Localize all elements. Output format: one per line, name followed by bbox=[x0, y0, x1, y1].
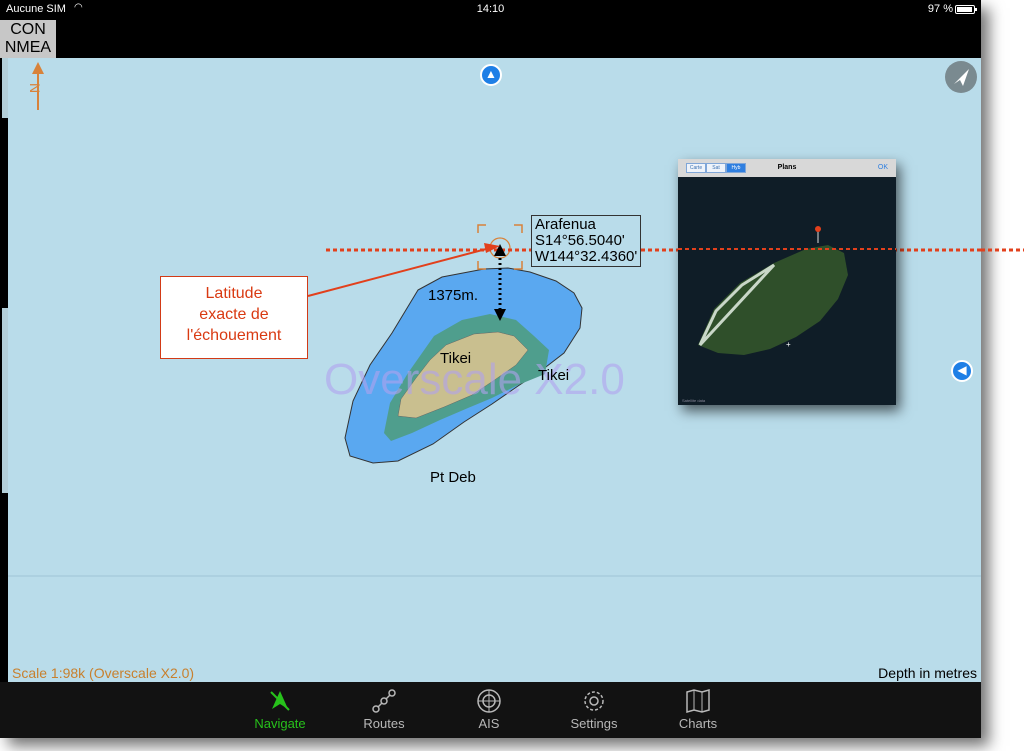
callout-line-1: Latitude bbox=[205, 285, 263, 302]
ais-icon bbox=[477, 689, 501, 713]
waypoint-name: Arafenua bbox=[535, 216, 596, 233]
tab-bar: Navigate Routes AIS Settings Charts bbox=[0, 682, 981, 738]
tab-label: Routes bbox=[363, 716, 405, 731]
waypoint-latitude: S14°56.5040' bbox=[535, 232, 625, 249]
satellite-title: Plans bbox=[777, 164, 797, 171]
locate-arrow-icon bbox=[945, 61, 977, 93]
overscale-watermark: Overscale X2.0 bbox=[324, 355, 625, 404]
con-label: CON bbox=[10, 21, 46, 38]
satellite-credit: Satellite data bbox=[682, 398, 706, 403]
left-edge-bar bbox=[0, 58, 8, 682]
tab-charts[interactable]: Charts bbox=[653, 682, 743, 738]
chevron-left-icon[interactable]: ◀ bbox=[951, 360, 973, 382]
tab-routes[interactable]: Routes bbox=[339, 682, 429, 738]
charts-icon bbox=[686, 689, 710, 713]
satellite-toolbar: Carte Sat Hyb Plans OK bbox=[678, 159, 896, 177]
tab-navigate[interactable]: Navigate bbox=[235, 682, 325, 738]
satellite-ok-button[interactable]: OK bbox=[878, 164, 888, 171]
navigate-icon bbox=[270, 691, 290, 711]
nmea-label: NMEA bbox=[4, 39, 52, 56]
latitude-line-extension bbox=[981, 248, 1024, 252]
depth-units-label: Depth in metres bbox=[878, 665, 977, 681]
top-bar bbox=[0, 20, 981, 58]
clock: 14:10 bbox=[476, 3, 505, 15]
tab-ais[interactable]: AIS bbox=[444, 682, 534, 738]
scale-label: Scale 1:98k (Overscale X2.0) bbox=[12, 665, 195, 681]
point-label: Pt Deb bbox=[430, 469, 476, 486]
chart-map[interactable]: Overscale X2.0 Latitude exacte de l'écho… bbox=[8, 58, 981, 682]
callout-line-3: l'échouement bbox=[186, 327, 282, 344]
con-nmea-button[interactable]: CON NMEA bbox=[0, 20, 56, 58]
satellite-inset[interactable]: Carte Sat Hyb Plans OK + Satellite data bbox=[678, 159, 896, 405]
tab-label: Settings bbox=[570, 716, 618, 731]
settings-icon bbox=[584, 691, 604, 711]
chevron-up-icon[interactable]: ▲ bbox=[480, 64, 502, 86]
tab-settings[interactable]: Settings bbox=[549, 682, 639, 738]
satellite-image: + bbox=[678, 177, 896, 405]
tab-label: Navigate bbox=[254, 716, 306, 731]
distance-label: 1375m. bbox=[428, 287, 479, 304]
tab-label: AIS bbox=[478, 716, 500, 731]
tab-label: Charts bbox=[678, 716, 718, 731]
island-label: Tikei bbox=[538, 367, 570, 384]
battery-percent: 97 % bbox=[927, 3, 953, 15]
waypoint-longitude: W144°32.4360' bbox=[535, 248, 638, 265]
callout-line-2: exacte de bbox=[199, 306, 269, 323]
routes-icon bbox=[372, 689, 396, 713]
island-label: Tikei bbox=[440, 350, 472, 367]
status-bar: Aucune SIM ◠ 14:10 97 % bbox=[0, 0, 981, 20]
battery-icon bbox=[955, 5, 977, 14]
svg-text:+: + bbox=[786, 340, 791, 349]
north-label: N bbox=[27, 82, 44, 94]
ipad-frame: Aucune SIM ◠ 14:10 97 % CON NMEA Oversca… bbox=[0, 0, 981, 738]
waypoint-info-box[interactable]: Arafenua S14°56.5040' W144°32.4360' bbox=[531, 215, 642, 267]
annotation-callout: Latitude exacte de l'échouement bbox=[160, 276, 308, 359]
